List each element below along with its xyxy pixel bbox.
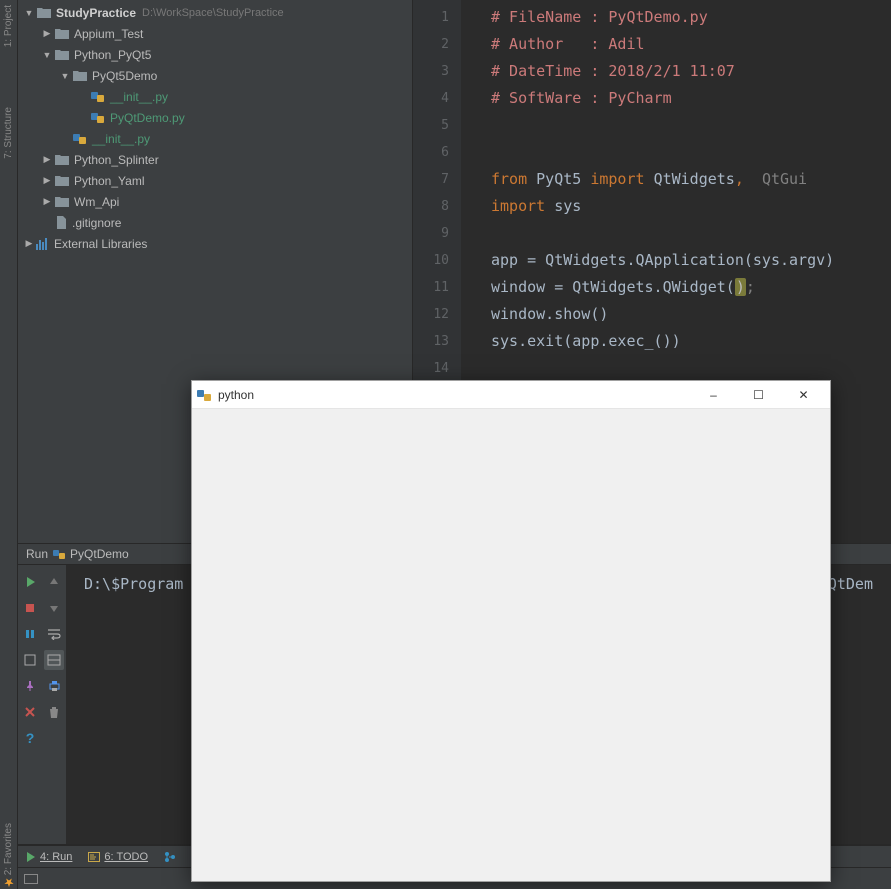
- folder-icon: [54, 48, 70, 62]
- python-file-icon: [90, 111, 106, 125]
- tree-item[interactable]: __init__.py: [18, 128, 412, 149]
- python-file-icon: [90, 90, 106, 104]
- tree-arrow-icon[interactable]: ▶: [40, 154, 54, 165]
- trash-button[interactable]: [44, 702, 64, 722]
- run-config-name: PyQtDemo: [70, 547, 129, 561]
- folder-icon: [54, 195, 70, 209]
- close-button[interactable]: [20, 702, 40, 722]
- bottom-vcs-tab[interactable]: [164, 851, 176, 863]
- maximize-button[interactable]: ☐: [736, 381, 781, 409]
- tree-root-label: StudyPractice: [56, 6, 136, 20]
- pin-button[interactable]: [20, 676, 40, 696]
- tree-item-label: Python_Yaml: [74, 174, 144, 188]
- external-libraries-label: External Libraries: [54, 237, 147, 251]
- python-window-client[interactable]: [192, 409, 830, 881]
- tree-item[interactable]: ▶ Python_Yaml: [18, 170, 412, 191]
- favorites-tool-tab[interactable]: ★2: Favorites: [2, 823, 16, 889]
- tree-item[interactable]: ▶ Wm_Api: [18, 191, 412, 212]
- close-window-button[interactable]: ✕: [781, 381, 826, 409]
- tree-item-label: PyQt5Demo: [92, 69, 157, 83]
- down-button[interactable]: [44, 598, 64, 618]
- soft-wrap-button[interactable]: [44, 624, 64, 644]
- console-toolbar: ?: [18, 565, 66, 844]
- structure-tool-tab[interactable]: 7: Structure: [3, 107, 14, 159]
- stop-button[interactable]: [20, 598, 40, 618]
- tree-arrow-icon[interactable]: ▼: [40, 50, 54, 60]
- tree-item-label: Python_PyQt5: [74, 48, 151, 62]
- tree-item-label: Appium_Test: [74, 27, 143, 41]
- project-tool-tab[interactable]: 1: Project: [3, 5, 14, 47]
- status-icon[interactable]: [24, 874, 38, 884]
- tree-item[interactable]: ▼ Python_PyQt5: [18, 44, 412, 65]
- folder-icon: [36, 6, 52, 20]
- python-titlebar[interactable]: python – ☐ ✕: [192, 381, 830, 409]
- python-file-icon: [72, 132, 88, 146]
- library-icon: [36, 238, 50, 250]
- bottom-todo-tab[interactable]: 6: TODO: [88, 851, 148, 863]
- tree-arrow-icon[interactable]: ▼: [58, 71, 72, 81]
- tree-item-label: PyQtDemo.py: [110, 111, 185, 125]
- layout-button[interactable]: [44, 650, 64, 670]
- folder-icon: [54, 27, 70, 41]
- tree-item-label: __init__.py: [110, 90, 168, 104]
- tree-item-label: __init__.py: [92, 132, 150, 146]
- rerun-button[interactable]: [20, 572, 40, 592]
- folder-icon: [54, 153, 70, 167]
- chevron-down-icon[interactable]: ▼: [22, 8, 36, 18]
- up-button[interactable]: [44, 572, 64, 592]
- tree-item-label: Python_Splinter: [74, 153, 159, 167]
- pause-button[interactable]: [20, 624, 40, 644]
- help-button[interactable]: ?: [20, 728, 40, 748]
- tree-item[interactable]: ▼ PyQt5Demo: [18, 65, 412, 86]
- tree-item-label: Wm_Api: [74, 195, 119, 209]
- print-button[interactable]: [44, 676, 64, 696]
- python-window-title: python: [218, 388, 254, 402]
- tree-root-path: D:\WorkSpace\StudyPractice: [142, 7, 284, 19]
- tree-item[interactable]: PyQtDemo.py: [18, 107, 412, 128]
- python-icon: [196, 387, 212, 403]
- tree-item[interactable]: ▶ Python_Splinter: [18, 149, 412, 170]
- scroll-to-end-button[interactable]: [20, 650, 40, 670]
- minimize-button[interactable]: –: [691, 381, 736, 409]
- tree-arrow-icon[interactable]: ▶: [40, 28, 54, 39]
- chevron-right-icon[interactable]: ▶: [22, 238, 36, 249]
- tree-arrow-icon[interactable]: ▶: [40, 175, 54, 186]
- tree-item-label: .gitignore: [72, 216, 121, 230]
- left-gutter: 1: Project 7: Structure ★2: Favorites: [0, 0, 18, 889]
- tree-root[interactable]: ▼ StudyPractice D:\WorkSpace\StudyPracti…: [18, 2, 412, 23]
- tree-item[interactable]: .gitignore: [18, 212, 412, 233]
- tree-item[interactable]: __init__.py: [18, 86, 412, 107]
- python-icon: [52, 547, 66, 561]
- run-label: Run: [26, 547, 48, 561]
- file-icon: [54, 216, 68, 230]
- external-libraries[interactable]: ▶ External Libraries: [18, 233, 412, 254]
- bottom-run-tab[interactable]: 4: Run: [26, 851, 72, 863]
- folder-icon: [72, 69, 88, 83]
- folder-icon: [54, 174, 70, 188]
- tree-item[interactable]: ▶ Appium_Test: [18, 23, 412, 44]
- python-app-window[interactable]: python – ☐ ✕: [191, 380, 831, 882]
- tree-arrow-icon[interactable]: ▶: [40, 196, 54, 207]
